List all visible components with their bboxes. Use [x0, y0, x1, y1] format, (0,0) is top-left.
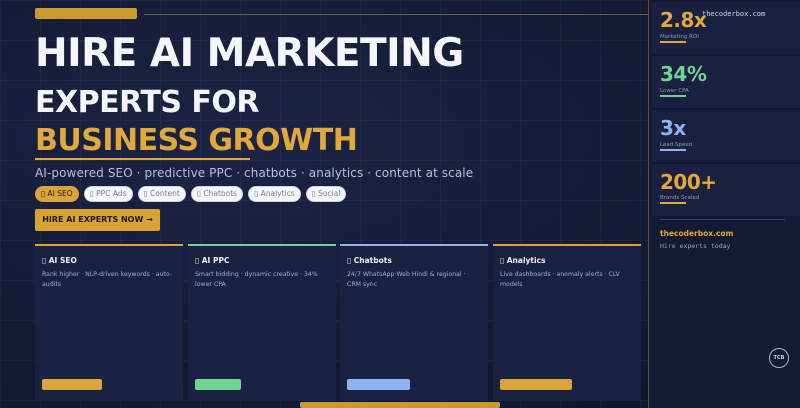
stat-label-brands: Brands Scaled [660, 195, 700, 201]
hero-subtitle: AI-powered SEO · predictive PPC · chatbo… [35, 166, 474, 180]
service-card-ai-ppc[interactable]: ▯ AI PPC Smart bidding · dynamic creativ… [188, 244, 336, 401]
chip-content[interactable]: ▯ Content [137, 186, 186, 202]
sidebar-divider [660, 219, 785, 220]
stat-bar-lead-speed [660, 149, 686, 151]
chip-chatbots[interactable]: ▯ Chatbots [190, 186, 244, 202]
chip-ai-seo[interactable]: ▯ AI SEO [35, 186, 79, 202]
stat-bar-brands [660, 202, 686, 204]
card-title: ▯ AI SEO [42, 256, 77, 265]
card-description: Rank higher · NLP-driven keywords · auto… [42, 271, 173, 288]
card-accent-bar [195, 379, 241, 390]
stat-label-roi: Marketing ROI [660, 34, 699, 40]
chip-ppc-ads[interactable]: ▯ PPC Ads [83, 186, 133, 202]
card-title: ▯ Chatbots [347, 256, 392, 265]
tcb-logo-badge: TCB [769, 348, 789, 368]
stat-value-lead-speed: 3x [660, 116, 686, 140]
stat-value-cpa: 34% [660, 62, 707, 86]
service-card-analytics[interactable]: ▯ Analytics Live dashboards · anomaly al… [493, 244, 641, 401]
stat-bar-cpa [660, 95, 686, 97]
sidebar-site-link[interactable]: thecoderbox.com [660, 229, 733, 238]
headline-underline [35, 158, 250, 160]
card-description: Live dashboards · anomaly alerts · CLV m… [500, 271, 620, 288]
card-description: Smart bidding · dynamic creative · 34% l… [195, 271, 318, 288]
top-accent-pill [35, 8, 137, 19]
sidebar-border [648, 0, 649, 408]
service-chips: ▯ AI SEO ▯ PPC Ads ▯ Content ▯ Chatbots … [35, 186, 347, 202]
service-card-ai-seo[interactable]: ▯ AI SEO Rank higher · NLP-driven keywor… [35, 244, 183, 401]
card-title: ▯ Analytics [500, 256, 546, 265]
stat-value-brands: 200+ [660, 170, 717, 194]
bottom-accent-bar [300, 402, 500, 408]
chip-social[interactable]: ▯ Social [305, 186, 347, 202]
card-title: ▯ AI PPC [195, 256, 230, 265]
headline-line-3: BUSINESS GROWTH [35, 123, 358, 158]
card-accent-bar [347, 379, 410, 390]
headline-line-2: EXPERTS FOR [35, 85, 259, 120]
stat-value-roi: 2.8x [660, 8, 707, 32]
hire-experts-button[interactable]: HIRE AI EXPERTS NOW → [35, 209, 160, 231]
stat-bar-roi [660, 41, 686, 43]
site-url-small: thecoderbox.com [702, 10, 766, 18]
service-card-chatbots[interactable]: ▯ Chatbots 24/7 WhatsApp·Web Hindi & reg… [340, 244, 488, 401]
card-accent-bar [500, 379, 572, 390]
card-accent-bar [42, 379, 102, 390]
sidebar-tagline: Hire experts today [660, 242, 731, 250]
stat-label-lead-speed: Lead Speed [660, 142, 693, 148]
card-description: 24/7 WhatsApp·Web Hindi & regional · CRM… [347, 271, 466, 288]
chip-analytics[interactable]: ▯ Analytics [248, 186, 301, 202]
top-accent-line [144, 14, 660, 15]
headline-line-1: HIRE AI MARKETING [35, 31, 464, 76]
stat-label-cpa: Lower CPA [660, 88, 689, 94]
